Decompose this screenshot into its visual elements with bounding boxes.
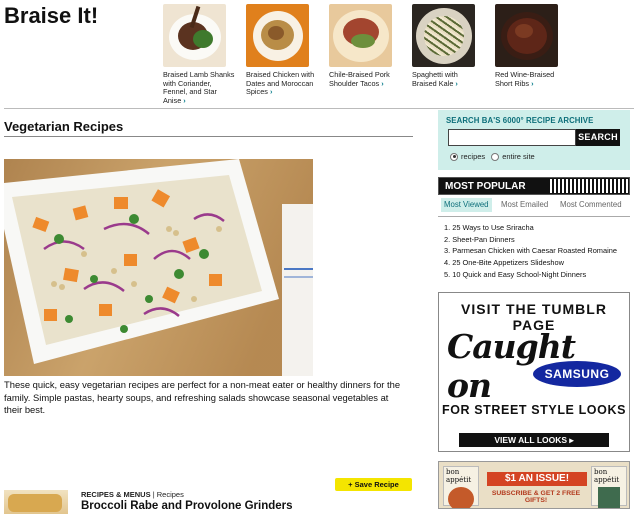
scope-recipes-option[interactable]: recipes	[450, 152, 485, 161]
page-title: Vegetarian Recipes	[4, 119, 124, 134]
braise-item-spaghetti[interactable]: Spaghetti with Braised Kale ›	[412, 4, 484, 88]
search-input[interactable]	[448, 129, 576, 146]
offer-subtext: SUBSCRIBE & GET 2 FREE GIFTS!	[491, 490, 581, 504]
intro-text: These quick, easy vegetarian recipes are…	[4, 379, 401, 415]
tab-most-viewed[interactable]: Most Viewed	[441, 198, 492, 212]
braise-item-label: Braised Chicken with Dates and Moroccan …	[246, 70, 315, 96]
samsung-tumblr-ad[interactable]: VISIT THE TUMBLR PAGE Caught on SAMSUNG …	[438, 292, 630, 452]
chevron-right-icon: ›	[381, 78, 384, 88]
most-popular-header: MOST POPULAR	[438, 177, 630, 195]
offer-badge: $1 AN ISSUE!	[487, 472, 587, 486]
search-scope: recipes entire site	[450, 152, 541, 161]
search-heading: SEARCH BA'S 6000° RECIPE ARCHIVE	[446, 116, 594, 125]
spaghetti-kale-photo[interactable]	[412, 4, 475, 67]
recipe-search-panel: SEARCH BA'S 6000° RECIPE ARCHIVE SEARCH …	[438, 110, 630, 170]
list-item[interactable]: 3. Parmesan Chicken with Caesar Roasted …	[444, 245, 617, 257]
braise-item-label: Braised Lamb Shanks with Coriander, Fenn…	[163, 70, 235, 105]
braise-item-lamb[interactable]: Braised Lamb Shanks with Coriander, Fenn…	[163, 4, 235, 105]
braise-item-label: Spaghetti with Braised Kale	[412, 70, 458, 88]
magazine-cover-left: bon appétit	[443, 466, 479, 508]
recipe-meta: RECIPES & MENUS | Recipes	[81, 490, 184, 499]
popular-divider	[438, 216, 630, 217]
lamb-shanks-photo[interactable]	[163, 4, 226, 67]
magazine-masthead: bon appétit	[446, 468, 472, 484]
scope-recipes-label: recipes	[461, 152, 486, 161]
list-item[interactable]: 2. Sheet-Pan Dinners	[444, 234, 617, 246]
chevron-right-icon: ›	[183, 95, 186, 105]
braise-item-shortribs[interactable]: Red Wine-Braised Short Ribs ›	[495, 4, 567, 88]
recipe-type: Recipes	[156, 490, 184, 499]
samsung-logo: SAMSUNG	[533, 361, 621, 387]
pork-tacos-photo[interactable]	[329, 4, 392, 67]
chevron-right-icon: ›	[531, 78, 534, 88]
magazine-masthead: bon appétit	[594, 468, 620, 484]
scope-site-label: entire site	[502, 152, 535, 161]
popular-list: 1. 25 Ways to Use Sriracha 2. Sheet-Pan …	[444, 222, 617, 281]
view-all-looks-button[interactable]: VIEW ALL LOOKS ▸	[459, 433, 609, 447]
hero-photo	[4, 159, 313, 376]
braise-it-heading: Braise It!	[4, 3, 99, 28]
title-divider	[4, 136, 413, 137]
save-recipe-button[interactable]: + Save Recipe	[335, 478, 412, 491]
tab-most-commented[interactable]: Most Commented	[557, 198, 625, 212]
most-popular-title: MOST POPULAR	[445, 181, 526, 192]
chevron-right-icon: ›	[269, 87, 273, 96]
braise-item-label: Red Wine-Braised Short Ribs	[495, 70, 555, 88]
header-divider	[4, 108, 634, 109]
magazine-cover-right: bon appétit	[591, 466, 627, 508]
ad-subheadline: FOR STREET STYLE LOOKS	[441, 403, 627, 417]
recipe-category: RECIPES & MENUS	[81, 490, 151, 499]
braised-chicken-photo[interactable]	[246, 4, 309, 67]
braise-item-pork[interactable]: Chile-Braised Pork Shoulder Tacos ›	[329, 4, 401, 88]
radio-icon[interactable]	[491, 152, 500, 161]
braise-carousel: Braised Lamb Shanks with Coriander, Fenn…	[163, 4, 633, 104]
recipe-thumbnail[interactable]	[4, 490, 68, 514]
chevron-right-icon: ›	[455, 78, 458, 88]
short-ribs-photo[interactable]	[495, 4, 558, 67]
list-item[interactable]: 1. 25 Ways to Use Sriracha	[444, 222, 617, 234]
stripe-decoration	[550, 179, 628, 193]
popular-tabs: Most Viewed Most Emailed Most Commented	[438, 198, 630, 212]
bon-appetit-subscribe-ad[interactable]: bon appétit $1 AN ISSUE! SUBSCRIBE & GET…	[438, 461, 630, 509]
scope-site-option[interactable]: entire site	[491, 152, 535, 161]
list-item[interactable]: 4. 25 One-Bite Appetizers Slideshow	[444, 257, 617, 269]
braise-item-chicken[interactable]: Braised Chicken with Dates and Moroccan …	[246, 4, 318, 97]
recipe-title-link[interactable]: Broccoli Rabe and Provolone Grinders	[81, 500, 293, 512]
list-item[interactable]: 5. 10 Quick and Easy School-Night Dinner…	[444, 269, 617, 281]
radio-selected-icon[interactable]	[450, 152, 458, 161]
search-button[interactable]: SEARCH	[576, 129, 620, 146]
tab-most-emailed[interactable]: Most Emailed	[498, 198, 551, 212]
vegetable-salad-illustration	[4, 159, 313, 376]
